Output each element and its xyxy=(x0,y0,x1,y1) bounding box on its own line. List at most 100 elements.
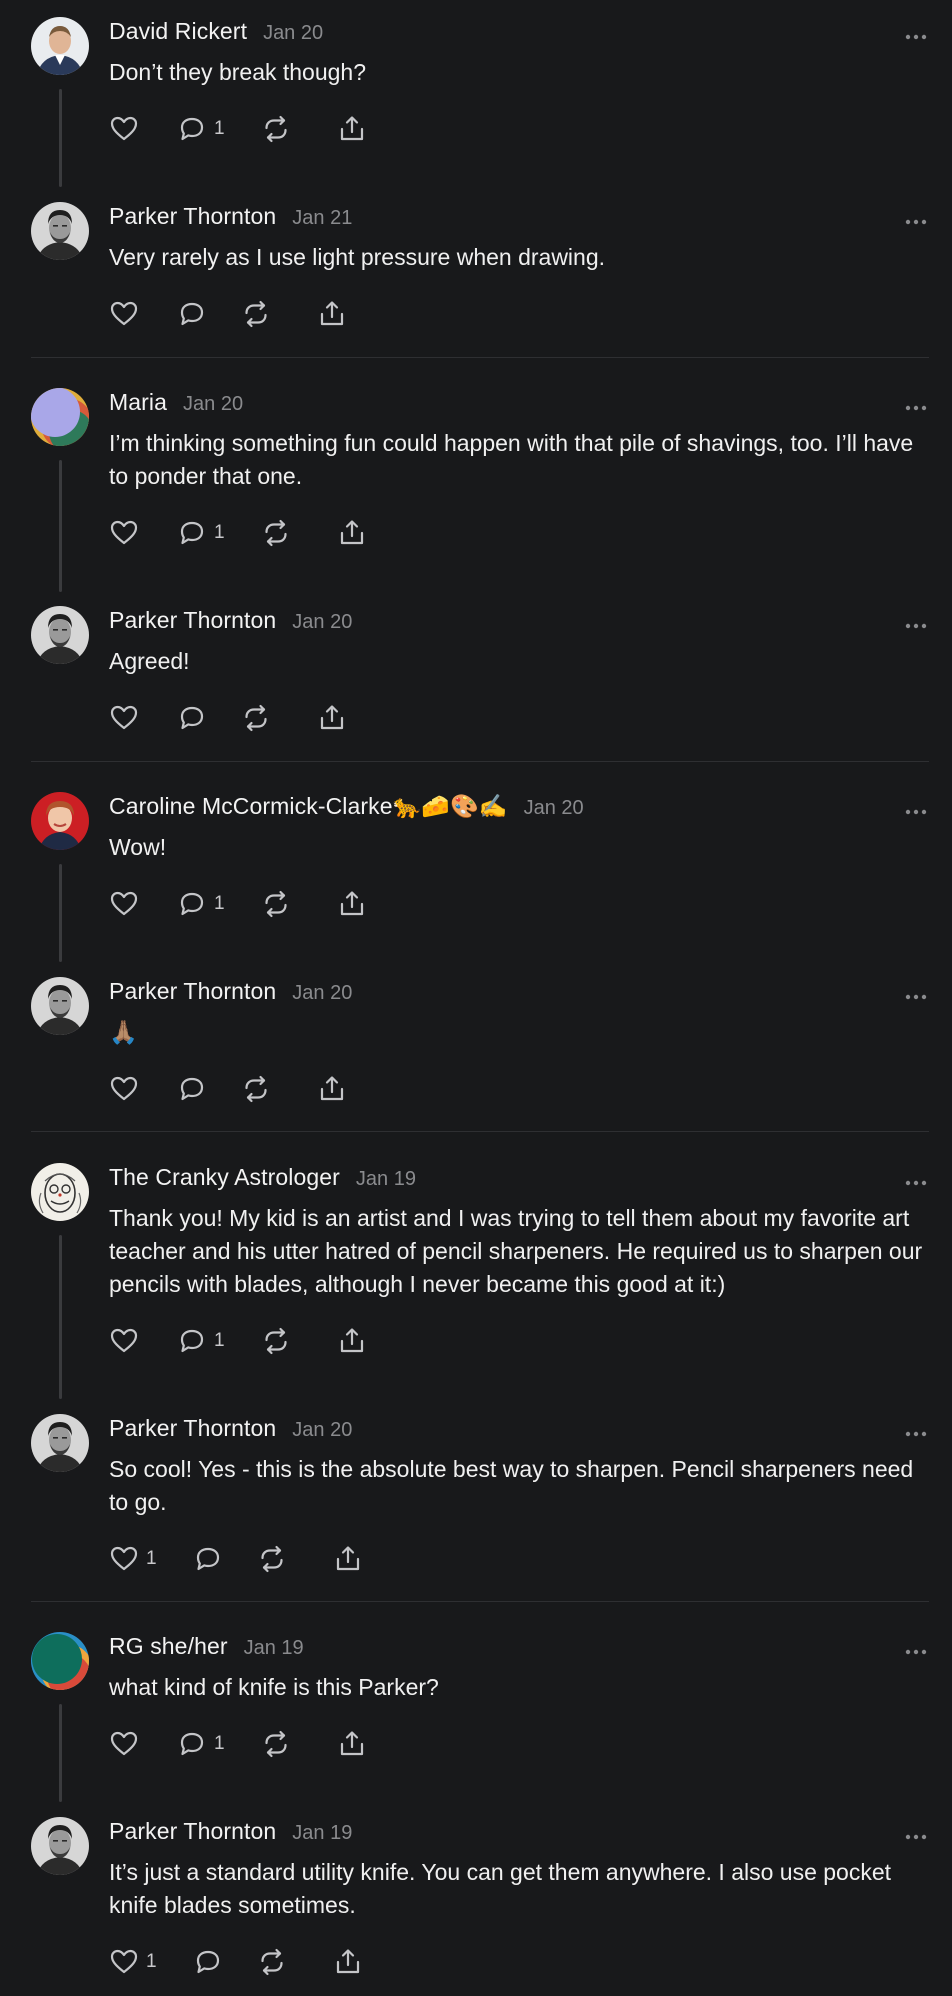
like-button[interactable] xyxy=(109,1325,177,1357)
reply-button[interactable] xyxy=(193,1543,257,1575)
repost-button[interactable] xyxy=(261,113,337,145)
more-icon[interactable] xyxy=(904,399,928,411)
repost-button[interactable] xyxy=(261,517,337,549)
reply-button[interactable] xyxy=(193,1946,257,1978)
more-icon[interactable] xyxy=(904,1425,928,1437)
repost-button[interactable] xyxy=(261,888,337,920)
post-date: Jan 19 xyxy=(292,1822,353,1844)
more-icon[interactable] xyxy=(904,28,928,40)
more-icon[interactable] xyxy=(904,1174,928,1186)
reply-button[interactable]: 1 xyxy=(177,1728,261,1760)
author-name[interactable]: Parker Thornton xyxy=(109,1415,276,1442)
action-bar: 1 xyxy=(109,888,377,920)
author-name[interactable]: Caroline McCormick-Clarke🐆🧀🎨✍️ xyxy=(109,793,508,820)
reply-button[interactable]: 1 xyxy=(177,1325,261,1357)
more-icon[interactable] xyxy=(904,213,928,225)
more-icon[interactable] xyxy=(904,1643,928,1655)
share-button[interactable] xyxy=(337,113,377,145)
comment-icon xyxy=(177,1729,207,1759)
heart-icon xyxy=(109,1729,139,1759)
avatar[interactable] xyxy=(31,388,89,446)
avatar[interactable] xyxy=(31,17,89,75)
like-button[interactable] xyxy=(109,702,177,734)
author-name[interactable]: Parker Thornton xyxy=(109,978,276,1005)
repost-icon xyxy=(261,114,291,144)
reply-count: 1 xyxy=(214,118,225,139)
avatar[interactable] xyxy=(31,1163,89,1221)
avatar[interactable] xyxy=(31,792,89,850)
divider xyxy=(31,761,929,762)
reply-thread: David Rickert Jan 20 Don’t they break th… xyxy=(0,0,952,1996)
reply-button[interactable] xyxy=(177,298,241,330)
more-icon[interactable] xyxy=(904,988,928,1000)
share-button[interactable] xyxy=(337,1325,377,1357)
share-button[interactable] xyxy=(333,1946,373,1978)
author-name[interactable]: RG she/her xyxy=(109,1633,228,1660)
post-header: Parker Thornton Jan 20 xyxy=(109,607,352,643)
post-header: Parker Thornton Jan 19 xyxy=(109,1818,352,1854)
avatar[interactable] xyxy=(31,977,89,1035)
divider xyxy=(31,1131,929,1132)
like-button[interactable] xyxy=(109,517,177,549)
avatar[interactable] xyxy=(31,1817,89,1875)
divider xyxy=(31,357,929,358)
like-button[interactable] xyxy=(109,113,177,145)
more-icon[interactable] xyxy=(904,803,928,815)
author-name[interactable]: Parker Thornton xyxy=(109,203,276,230)
avatar[interactable] xyxy=(31,1414,89,1472)
heart-icon xyxy=(109,889,139,919)
avatar[interactable] xyxy=(31,202,89,260)
repost-button[interactable] xyxy=(241,1073,317,1105)
post-text: Don’t they break though? xyxy=(109,59,367,85)
repost-icon xyxy=(241,703,271,733)
repost-icon xyxy=(261,1729,291,1759)
share-icon xyxy=(337,518,367,548)
thread-line xyxy=(59,1235,62,1399)
share-button[interactable] xyxy=(337,517,377,549)
author-name[interactable]: Maria xyxy=(109,389,167,416)
avatar[interactable] xyxy=(31,606,89,664)
like-button[interactable]: 1 xyxy=(109,1946,193,1978)
repost-button[interactable] xyxy=(257,1543,333,1575)
like-button[interactable] xyxy=(109,298,177,330)
reply-button[interactable]: 1 xyxy=(177,888,261,920)
more-icon[interactable] xyxy=(904,1828,928,1840)
share-button[interactable] xyxy=(317,1073,357,1105)
like-button[interactable]: 1 xyxy=(109,1543,193,1575)
post-date: Jan 20 xyxy=(292,611,353,633)
reply-button[interactable] xyxy=(177,702,241,734)
thread-line xyxy=(59,1704,62,1802)
heart-icon xyxy=(109,1947,139,1977)
like-button[interactable] xyxy=(109,888,177,920)
reply-button[interactable]: 1 xyxy=(177,517,261,549)
repost-button[interactable] xyxy=(241,702,317,734)
repost-button[interactable] xyxy=(257,1946,333,1978)
post-date: Jan 19 xyxy=(243,1637,304,1659)
repost-icon xyxy=(261,1326,291,1356)
post-text: I’m thinking something fun could happen … xyxy=(109,430,914,489)
post-text: Wow! xyxy=(109,834,167,860)
comment-icon xyxy=(177,889,207,919)
share-button[interactable] xyxy=(337,888,377,920)
heart-icon xyxy=(109,703,139,733)
share-button[interactable] xyxy=(317,702,357,734)
author-name[interactable]: Parker Thornton xyxy=(109,1818,276,1845)
repost-button[interactable] xyxy=(261,1325,337,1357)
share-button[interactable] xyxy=(337,1728,377,1760)
more-icon[interactable] xyxy=(904,617,928,629)
post-text: 🙏🏽 xyxy=(109,1019,138,1045)
avatar[interactable] xyxy=(31,1632,89,1690)
like-button[interactable] xyxy=(109,1728,177,1760)
like-button[interactable] xyxy=(109,1073,177,1105)
reply-button[interactable]: 1 xyxy=(177,113,261,145)
reply-button[interactable] xyxy=(177,1073,241,1105)
share-button[interactable] xyxy=(317,298,357,330)
author-name[interactable]: David Rickert xyxy=(109,18,247,45)
share-button[interactable] xyxy=(333,1543,373,1575)
repost-button[interactable] xyxy=(261,1728,337,1760)
action-bar: 1 xyxy=(109,1728,377,1760)
author-name[interactable]: Parker Thornton xyxy=(109,607,276,634)
author-name[interactable]: The Cranky Astrologer xyxy=(109,1164,340,1191)
repost-button[interactable] xyxy=(241,298,317,330)
reply-count: 1 xyxy=(214,1330,225,1351)
